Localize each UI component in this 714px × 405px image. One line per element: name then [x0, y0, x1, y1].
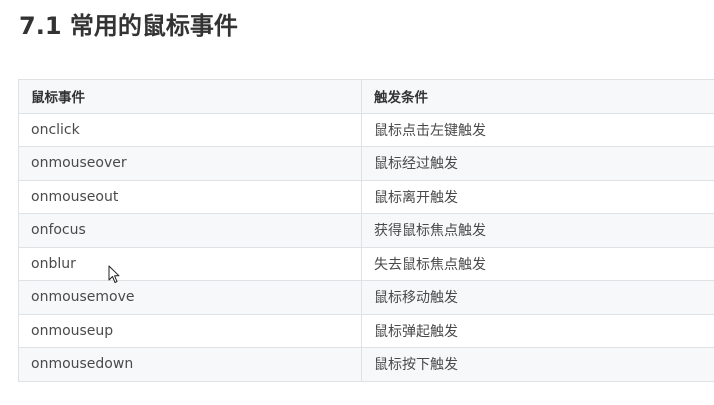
- column-header-event: 鼠标事件: [18, 79, 362, 114]
- trigger-condition-cell: 鼠标弹起触发: [361, 313, 714, 348]
- event-name-cell: onmouseover: [18, 146, 362, 181]
- event-name-cell: onmouseup: [18, 313, 362, 348]
- mouse-events-table: 鼠标事件 触发条件 onclick 鼠标点击左键触发 onmouseover 鼠…: [18, 79, 714, 382]
- table-row: onclick 鼠标点击左键触发: [18, 112, 714, 147]
- column-header-condition: 触发条件: [361, 79, 714, 114]
- trigger-condition-cell: 鼠标按下触发: [361, 347, 714, 382]
- event-name-cell: onclick: [18, 112, 362, 147]
- table-row: onmouseover 鼠标经过触发: [18, 146, 714, 181]
- table-header-row: 鼠标事件 触发条件: [18, 79, 714, 114]
- document-page: 7.1 常用的鼠标事件 鼠标事件 触发条件 onclick 鼠标点击左键触发 o…: [0, 0, 714, 405]
- trigger-condition-cell: 鼠标离开触发: [361, 179, 714, 214]
- table-row: onfocus 获得鼠标焦点触发: [18, 213, 714, 248]
- section-heading: 7.1 常用的鼠标事件: [19, 12, 238, 40]
- mouse-pointer-icon: [108, 265, 120, 283]
- trigger-condition-cell: 失去鼠标焦点触发: [361, 246, 714, 281]
- trigger-condition-cell: 鼠标点击左键触发: [361, 112, 714, 147]
- trigger-condition-cell: 鼠标移动触发: [361, 280, 714, 315]
- table-row: onmousedown 鼠标按下触发: [18, 347, 714, 382]
- trigger-condition-cell: 鼠标经过触发: [361, 146, 714, 181]
- event-name-cell: onmouseout: [18, 179, 362, 214]
- trigger-condition-cell: 获得鼠标焦点触发: [361, 213, 714, 248]
- table-row: onmouseup 鼠标弹起触发: [18, 313, 714, 348]
- table-row: onmouseout 鼠标离开触发: [18, 179, 714, 214]
- event-name-cell: onfocus: [18, 213, 362, 248]
- event-name-cell: onblur: [18, 246, 362, 281]
- event-name-cell: onmousedown: [18, 347, 362, 382]
- table-row: onmousemove 鼠标移动触发: [18, 280, 714, 315]
- table-row: onblur 失去鼠标焦点触发: [18, 246, 714, 281]
- event-name-cell: onmousemove: [18, 280, 362, 315]
